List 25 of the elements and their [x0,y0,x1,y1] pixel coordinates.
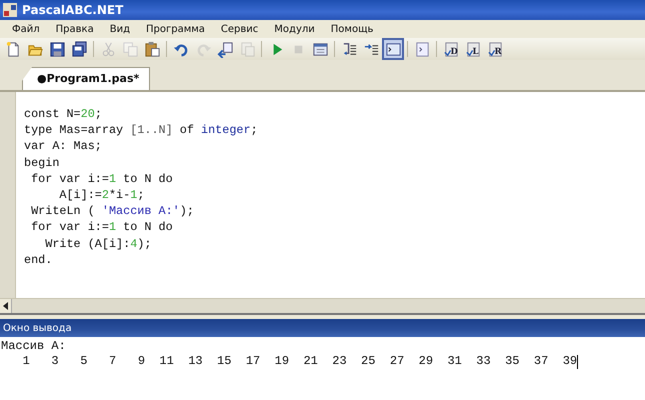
menu-item[interactable]: Программа [138,24,213,34]
code-line: WriteLn ( 'Массив A:'); [30,203,195,220]
file-tab[interactable]: ●Program1.pas* [22,67,150,90]
code-line: type Mas=array [1..N] of integer; [24,122,258,138]
menu-item[interactable]: Модули [266,24,323,34]
code-line: var A: Mas; [24,138,103,155]
code-line: for var i:=1 to N do [30,219,174,236]
console-window-icon[interactable] [382,38,404,60]
code-line: const N=20; [24,106,103,122]
code-line: begin [24,154,60,171]
app-logo-icon [2,2,18,18]
scroll-left-icon[interactable] [0,299,12,313]
output-line: 1 3 5 7 9 11 13 15 17 19 21 23 25 27 29 31 33 35 37 39 [22,354,580,369]
code-line: Write (A[i]:4); [44,236,152,252]
code-line: end. [24,252,54,268]
code-line: A[i]:=2*i-1; [58,187,146,204]
menu-item[interactable]: Сервис [212,24,266,34]
window-title: PascalABC.NET [22,3,124,17]
menu-item[interactable]: Правка [48,24,102,34]
menu-item[interactable]: Помощь [322,24,382,34]
menu-item[interactable]: Вид [102,24,138,34]
output-line: Массив A: [1,339,67,354]
code-line: for var i:=1 to N do [30,170,174,188]
panel-title: Окно вывода [3,322,72,334]
menu-item[interactable]: Файл [4,24,48,34]
